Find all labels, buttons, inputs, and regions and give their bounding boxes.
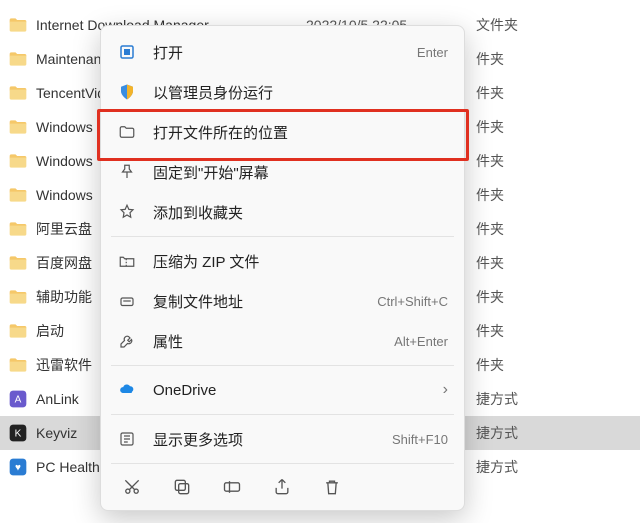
menu-properties[interactable]: 属性 Alt+Enter <box>101 321 464 361</box>
file-type: 件夹 <box>476 253 504 273</box>
shield-icon <box>117 82 137 102</box>
svg-text:K: K <box>15 428 22 439</box>
menu-add-fav-label: 添加到收藏夹 <box>153 202 448 223</box>
folder-icon <box>8 355 28 375</box>
menu-more-accel: Shift+F10 <box>392 432 448 447</box>
menu-run-admin[interactable]: 以管理员身份运行 <box>101 72 464 112</box>
rename-icon[interactable] <box>221 476 243 498</box>
wrench-icon <box>117 331 137 351</box>
copy-icon[interactable] <box>171 476 193 498</box>
folder-icon <box>8 49 28 69</box>
more-icon <box>117 429 137 449</box>
file-type: 件夹 <box>476 355 504 375</box>
menu-pin-start-label: 固定到"开始"屏幕 <box>153 162 448 183</box>
file-type: 件夹 <box>476 117 504 137</box>
context-menu: 打开 Enter 以管理员身份运行 打开文件所在的位置 固定到"开始"屏幕 添加… <box>100 25 465 511</box>
menu-zip[interactable]: 压缩为 ZIP 文件 <box>101 241 464 281</box>
file-type: 件夹 <box>476 287 504 307</box>
menu-copy-path-label: 复制文件地址 <box>153 291 377 312</box>
menu-add-favorites[interactable]: 添加到收藏夹 <box>101 192 464 232</box>
menu-more-options[interactable]: 显示更多选项 Shift+F10 <box>101 419 464 459</box>
file-type: 文件夹 <box>476 15 518 35</box>
folder-icon <box>8 321 28 341</box>
file-type: 件夹 <box>476 185 504 205</box>
menu-open[interactable]: 打开 Enter <box>101 32 464 72</box>
folder-icon <box>8 83 28 103</box>
folder-icon <box>8 15 28 35</box>
folder-icon <box>8 287 28 307</box>
menu-quick-actions <box>101 468 464 504</box>
chevron-right-icon: › <box>437 381 448 399</box>
menu-properties-accel: Alt+Enter <box>394 334 448 349</box>
folder-icon <box>8 117 28 137</box>
file-type: 件夹 <box>476 151 504 171</box>
menu-onedrive-label: OneDrive <box>153 382 437 399</box>
open-icon <box>117 42 137 62</box>
file-type: 件夹 <box>476 83 504 103</box>
share-icon[interactable] <box>271 476 293 498</box>
menu-run-admin-label: 以管理员身份运行 <box>153 82 448 103</box>
menu-separator <box>111 414 454 415</box>
folder-icon <box>117 122 137 142</box>
file-type: 捷方式 <box>476 389 518 409</box>
copy-path-icon <box>117 291 137 311</box>
star-icon <box>117 202 137 222</box>
file-type: 捷方式 <box>476 423 518 443</box>
svg-text:A: A <box>15 394 22 405</box>
folder-icon <box>8 151 28 171</box>
file-type: 件夹 <box>476 219 504 239</box>
menu-more-label: 显示更多选项 <box>153 429 392 450</box>
delete-icon[interactable] <box>321 476 343 498</box>
menu-separator <box>111 463 454 464</box>
menu-open-label: 打开 <box>153 42 417 63</box>
menu-separator <box>111 365 454 366</box>
app-icon: A <box>8 389 28 409</box>
file-type: 件夹 <box>476 321 504 341</box>
menu-separator <box>111 236 454 237</box>
menu-copy-path[interactable]: 复制文件地址 Ctrl+Shift+C <box>101 281 464 321</box>
menu-pin-start[interactable]: 固定到"开始"屏幕 <box>101 152 464 192</box>
folder-icon <box>8 185 28 205</box>
onedrive-icon <box>117 380 137 400</box>
file-type: 捷方式 <box>476 457 518 477</box>
menu-open-location[interactable]: 打开文件所在的位置 <box>101 112 464 152</box>
menu-zip-label: 压缩为 ZIP 文件 <box>153 251 448 272</box>
app-icon: K <box>8 423 28 443</box>
file-type: 件夹 <box>476 49 504 69</box>
zip-icon <box>117 251 137 271</box>
menu-open-accel: Enter <box>417 45 448 60</box>
cut-icon[interactable] <box>121 476 143 498</box>
menu-copy-path-accel: Ctrl+Shift+C <box>377 294 448 309</box>
svg-text:♥: ♥ <box>15 462 21 473</box>
menu-properties-label: 属性 <box>153 331 394 352</box>
menu-open-location-label: 打开文件所在的位置 <box>153 122 448 143</box>
menu-onedrive[interactable]: OneDrive › <box>101 370 464 410</box>
pin-icon <box>117 162 137 182</box>
folder-icon <box>8 219 28 239</box>
folder-icon <box>8 253 28 273</box>
app-icon: ♥ <box>8 457 28 477</box>
